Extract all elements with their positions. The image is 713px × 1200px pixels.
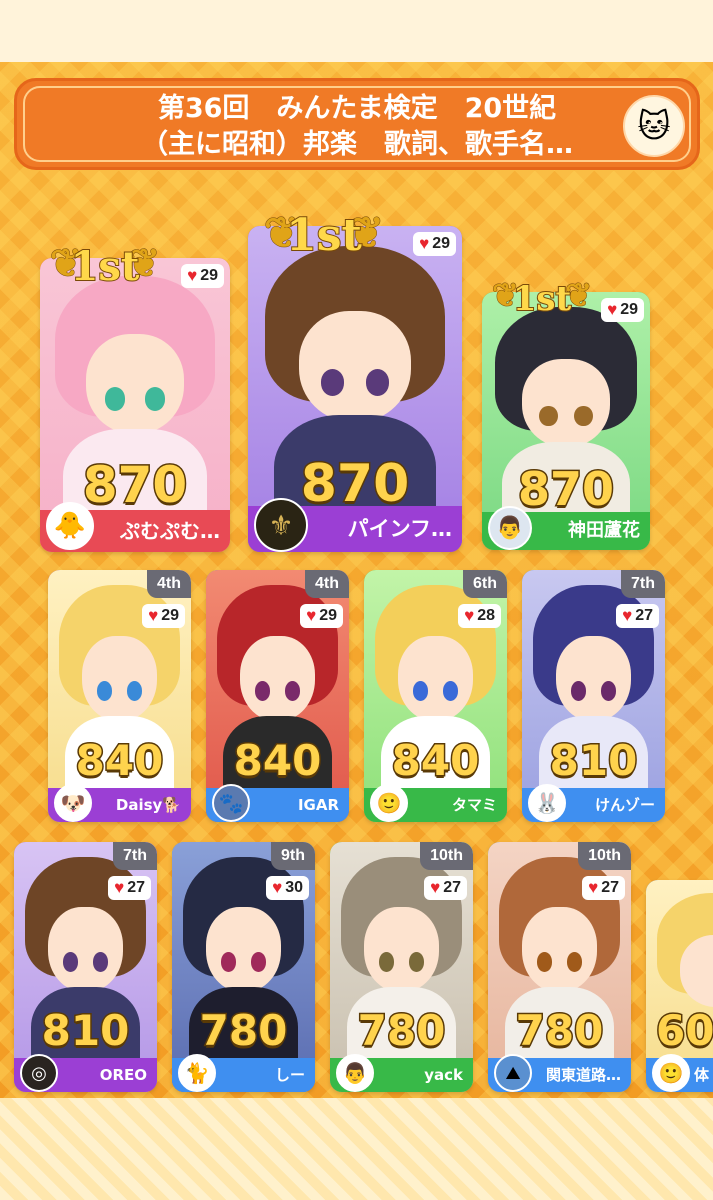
likes-badge: ♥ 27 <box>582 876 625 900</box>
player-avatar: 👨 <box>336 1054 374 1092</box>
likes-count: 28 <box>477 607 495 624</box>
player-card-4[interactable]: 4th ♥ 29 840 Daisy🐕 🐶 <box>48 570 191 822</box>
heart-icon: ♥ <box>430 878 441 897</box>
first-place-laurel: ❦ ❦ 1st <box>492 276 593 321</box>
likes-badge: ♥ 29 <box>181 264 224 288</box>
cat-avatar-icon[interactable]: 🐱 <box>623 95 685 157</box>
rank-label: 4th <box>305 570 349 598</box>
rank-label: 1st <box>285 209 363 262</box>
heart-icon: ♥ <box>588 878 599 897</box>
score: 60 <box>655 1005 713 1057</box>
player-avatar: 🙂 <box>652 1054 690 1092</box>
likes-badge: ♥ 28 <box>458 604 501 628</box>
rank-label: 1st <box>70 242 141 291</box>
likes-count: 29 <box>319 607 337 624</box>
likes-count: 29 <box>161 607 179 624</box>
top-band <box>0 0 713 62</box>
player-avatar: ⛰ <box>494 1054 532 1092</box>
player-card-11[interactable]: 10th ♥ 27 780 関東道路… ⛰ <box>488 842 631 1092</box>
player-card-10[interactable]: 10th ♥ 27 780 yack 👨 <box>330 842 473 1092</box>
likes-count: 27 <box>443 879 461 896</box>
likes-count: 29 <box>200 267 218 284</box>
likes-count: 27 <box>635 607 653 624</box>
likes-badge: ♥ 29 <box>300 604 343 628</box>
rank-label: 10th <box>578 842 631 870</box>
likes-count: 29 <box>620 301 638 318</box>
likes-badge: ♥ 27 <box>424 876 467 900</box>
likes-count: 27 <box>127 879 145 896</box>
score: 840 <box>232 735 323 787</box>
heart-icon: ♥ <box>419 234 430 253</box>
score: 780 <box>514 1005 605 1057</box>
rank-label: 10th <box>420 842 473 870</box>
bottom-band <box>0 1098 713 1200</box>
player-card-6[interactable]: 6th ♥ 28 840 タマミ 🙂 <box>364 570 507 822</box>
heart-icon: ♥ <box>622 606 633 625</box>
rank-label: 7th <box>113 842 157 870</box>
likes-count: 29 <box>432 235 450 252</box>
player-avatar: 🙂 <box>370 784 408 822</box>
player-avatar: ⚜ <box>254 498 308 552</box>
player-avatar: ◎ <box>20 1054 58 1092</box>
heart-icon: ♥ <box>607 300 618 319</box>
likes-badge: ♥ 30 <box>266 876 309 900</box>
score: 810 <box>548 735 639 787</box>
player-avatar: 🐈 <box>178 1054 216 1092</box>
player-card-5[interactable]: 4th ♥ 29 840 IGAR 🐾 <box>206 570 349 822</box>
likes-badge: ♥ 27 <box>108 876 151 900</box>
likes-count: 27 <box>601 879 619 896</box>
score: 840 <box>74 735 165 787</box>
rank-label: 7th <box>621 570 665 598</box>
heart-icon: ♥ <box>306 606 317 625</box>
rank-label: 1st <box>512 278 572 320</box>
heart-icon: ♥ <box>187 266 198 285</box>
player-avatar: 🐰 <box>528 784 566 822</box>
heart-icon: ♥ <box>114 878 125 897</box>
player-card-8[interactable]: 7th ♥ 27 810 OREO ◎ <box>14 842 157 1092</box>
score: 780 <box>198 1005 289 1057</box>
score: 840 <box>390 735 481 787</box>
heart-icon: ♥ <box>148 606 159 625</box>
first-place-laurel: ❦ ❦ 1st <box>263 208 384 262</box>
player-avatar: 🐾 <box>212 784 250 822</box>
rank-label: 9th <box>271 842 315 870</box>
score: 780 <box>356 1005 447 1057</box>
likes-count: 30 <box>285 879 303 896</box>
player-avatar: 🐶 <box>54 784 92 822</box>
first-place-laurel: ❦ ❦ 1st <box>50 240 161 291</box>
player-card-7[interactable]: 7th ♥ 27 810 けんゾー 🐰 <box>522 570 665 822</box>
likes-badge: ♥ 29 <box>142 604 185 628</box>
rank-label: 4th <box>147 570 191 598</box>
player-avatar: 👨 <box>488 506 532 550</box>
player-card-12[interactable]: 60 体 🙂 <box>646 880 713 1092</box>
likes-badge: ♥ 27 <box>616 604 659 628</box>
rank-label: 6th <box>463 570 507 598</box>
heart-icon: ♥ <box>464 606 475 625</box>
quiz-title-banner: 第36回 みんたま検定 20世紀 （主に昭和）邦楽 歌詞、歌手名… 🐱 <box>14 78 700 170</box>
player-card-9[interactable]: 9th ♥ 30 780 しー 🐈 <box>172 842 315 1092</box>
heart-icon: ♥ <box>272 878 283 897</box>
score: 810 <box>40 1005 131 1057</box>
quiz-title: 第36回 みんたま検定 20世紀 （主に昭和）邦楽 歌詞、歌手名… <box>141 93 573 160</box>
player-avatar: 🐥 <box>46 502 94 550</box>
likes-badge: ♥ 29 <box>413 232 456 256</box>
likes-badge: ♥ 29 <box>601 298 644 322</box>
